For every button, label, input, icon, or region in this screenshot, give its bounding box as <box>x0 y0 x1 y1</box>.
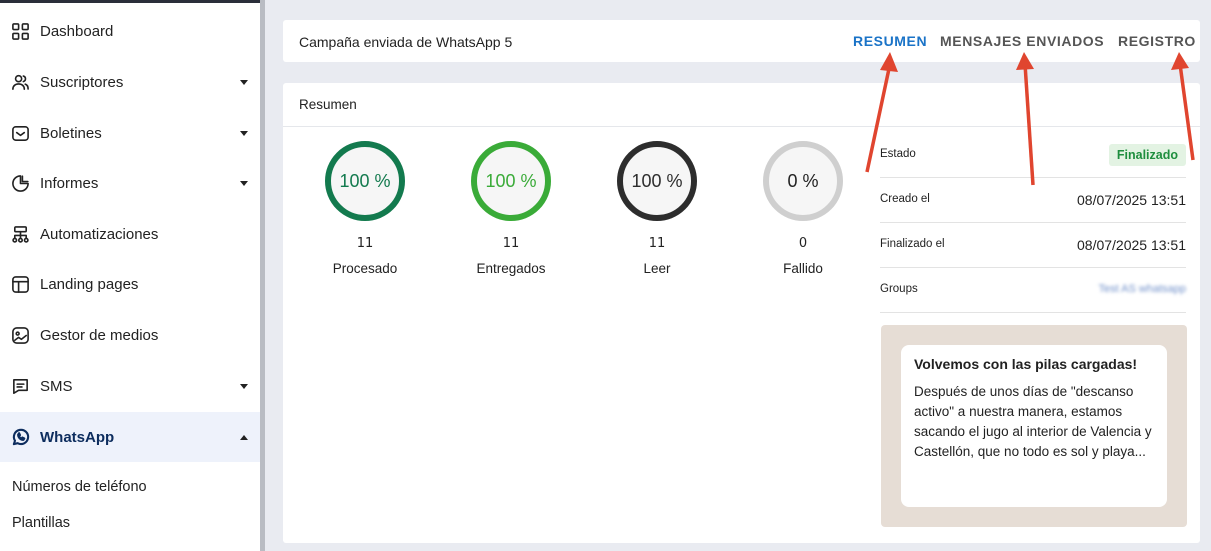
detail-row-finalizado: Finalizado el 08/07/2025 13:51 <box>880 223 1186 268</box>
tab-registro[interactable]: REGISTRO <box>1118 33 1196 49</box>
summary-card: Resumen 100 % 11 Procesado 100 % 11 Entr… <box>283 83 1200 543</box>
sidebar-item-whatsapp[interactable]: WhatsApp <box>0 412 260 462</box>
chevron-up-icon <box>240 435 248 440</box>
stat-count: 11 <box>356 236 374 251</box>
stat-label: Fallido <box>783 261 823 276</box>
users-icon <box>10 72 30 92</box>
detail-value: 08/07/2025 13:51 <box>1077 237 1186 253</box>
sidebar-item-dashboard[interactable]: Dashboard <box>0 6 260 56</box>
detail-label: Groups <box>880 283 918 295</box>
stat-label: Procesado <box>332 261 398 276</box>
sidebar-item-informes[interactable]: Informes <box>0 158 260 208</box>
image-icon <box>10 325 30 345</box>
message-title: Volvemos con las pilas cargadas! <box>914 356 1138 372</box>
whatsapp-icon <box>10 427 30 447</box>
message-body: Después de unos días de "descanso activo… <box>914 384 1152 459</box>
chevron-down-icon <box>240 80 248 85</box>
stat-percent: 100 % <box>485 170 537 191</box>
sidebar-item-boletines[interactable]: Boletines <box>0 108 260 158</box>
grid-icon <box>10 21 30 41</box>
sidebar-item-label: Dashboard <box>40 22 114 40</box>
sidebar-item-label: Gestor de medios <box>40 326 159 344</box>
detail-label: Finalizado el <box>880 238 945 250</box>
sidebar-item-automatizaciones[interactable]: Automatizaciones <box>0 209 260 259</box>
sidebar-item-label: WhatsApp <box>40 428 115 446</box>
sidebar-item-label: SMS <box>40 377 73 395</box>
sidebar-item-label: Suscriptores <box>40 73 124 91</box>
sidebar: Dashboard Suscriptores Boletines Informe… <box>0 0 260 551</box>
sidebar-item-label: Informes <box>40 174 99 192</box>
sidebar-item-label: Automatizaciones <box>40 225 159 243</box>
detail-value: 08/07/2025 13:51 <box>1077 192 1186 208</box>
sidebar-item-gestor-de-medios[interactable]: Gestor de medios <box>0 310 260 360</box>
detail-row-estado: Estado Finalizado <box>880 133 1186 178</box>
layout-icon <box>10 274 30 294</box>
sidebar-top-border <box>0 0 260 3</box>
stat-leer: 100 % 11 Leer <box>597 141 717 276</box>
stat-count: 11 <box>648 236 666 251</box>
chevron-down-icon <box>240 384 248 389</box>
divider <box>283 126 1200 127</box>
status-badge: Finalizado <box>1108 144 1186 166</box>
sidebar-subitem-numeros[interactable]: Números de teléfono <box>12 479 147 495</box>
chevron-down-icon <box>240 181 248 186</box>
inbox-icon <box>10 123 30 143</box>
stat-ring: 0 % <box>763 141 843 221</box>
stat-count: 11 <box>502 236 520 251</box>
tab-resumen[interactable]: RESUMEN <box>853 33 927 49</box>
stat-entregados: 100 % 11 Entregados <box>451 141 571 276</box>
sidebar-subitem-plantillas[interactable]: Plantillas <box>12 515 70 531</box>
sidebar-item-label: Boletines <box>40 124 102 142</box>
sitemap-icon <box>10 224 30 244</box>
stat-percent: 100 % <box>631 170 683 191</box>
groups-link[interactable]: Test AS whatsapp <box>1099 283 1186 295</box>
stat-ring: 100 % <box>471 141 551 221</box>
message-icon <box>10 376 30 396</box>
sidebar-item-sms[interactable]: SMS <box>0 361 260 411</box>
sidebar-item-landing-pages[interactable]: Landing pages <box>0 259 260 309</box>
detail-label: Estado <box>880 148 916 160</box>
detail-row-creado: Creado el 08/07/2025 13:51 <box>880 178 1186 223</box>
stat-percent: 100 % <box>339 170 391 191</box>
stat-ring: 100 % <box>617 141 697 221</box>
tab-mensajes-enviados[interactable]: MENSAJES ENVIADOS <box>940 33 1104 49</box>
chevron-down-icon <box>240 131 248 136</box>
detail-row-groups: Groups Test AS whatsapp <box>880 268 1186 313</box>
summary-title: Resumen <box>299 97 357 112</box>
stat-fallido: 0 % 0 Fallido <box>743 141 863 276</box>
page-title: Campaña enviada de WhatsApp 5 <box>299 34 513 50</box>
stat-count: 0 <box>798 236 808 251</box>
stat-percent: 0 % <box>787 170 819 191</box>
pie-chart-icon <box>10 173 30 193</box>
campaign-details: Estado Finalizado Creado el 08/07/2025 1… <box>880 133 1186 313</box>
sidebar-divider <box>260 0 265 551</box>
sidebar-item-label: Landing pages <box>40 275 139 293</box>
detail-label: Creado el <box>880 193 930 205</box>
stat-label: Leer <box>643 261 671 276</box>
stat-label: Entregados <box>476 261 546 276</box>
message-preview: Volvemos con las pilas cargadas! Después… <box>881 325 1187 527</box>
message-bubble: Volvemos con las pilas cargadas! Después… <box>901 345 1167 507</box>
stat-procesado: 100 % 11 Procesado <box>305 141 425 276</box>
header-card: Campaña enviada de WhatsApp 5 RESUMEN ME… <box>283 20 1200 62</box>
sidebar-item-suscriptores[interactable]: Suscriptores <box>0 57 260 107</box>
stat-ring: 100 % <box>325 141 405 221</box>
